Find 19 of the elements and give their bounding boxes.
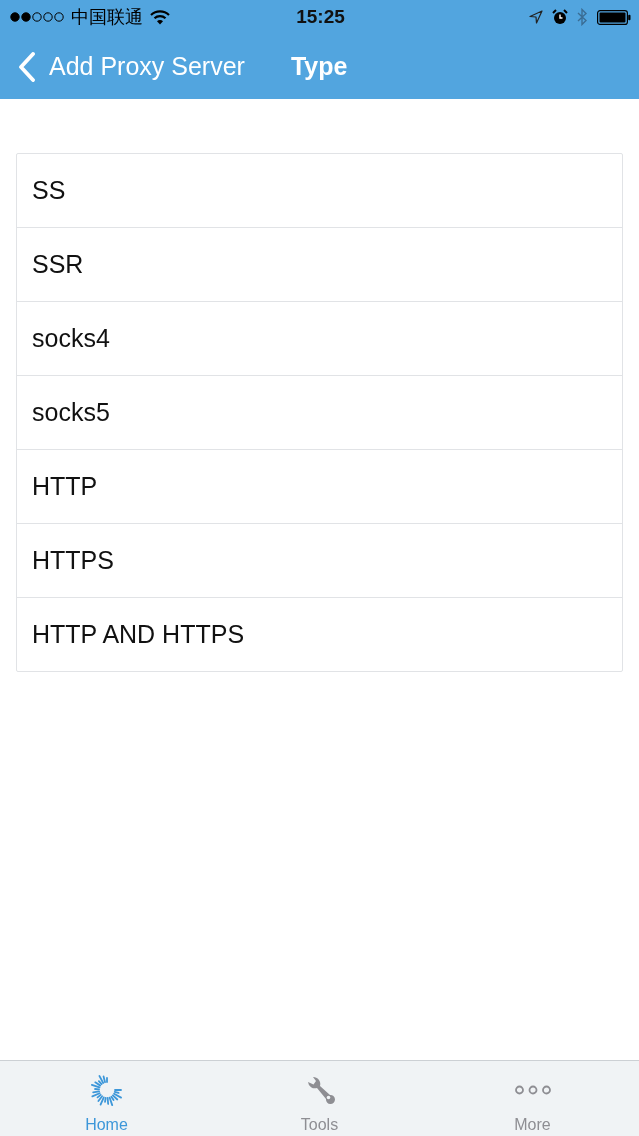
back-chevron-icon bbox=[18, 51, 35, 82]
bluetooth-icon bbox=[577, 8, 588, 26]
location-arrow-icon bbox=[529, 10, 543, 24]
sunburst-icon bbox=[90, 1074, 123, 1106]
wifi-icon bbox=[150, 9, 170, 25]
more-dots-icon bbox=[514, 1085, 551, 1095]
status-time: 15:25 bbox=[296, 6, 345, 28]
battery-icon bbox=[597, 9, 631, 25]
type-option[interactable]: HTTPS bbox=[17, 523, 622, 597]
type-option[interactable]: socks4 bbox=[17, 301, 622, 375]
alarm-clock-icon bbox=[552, 9, 568, 25]
page-title: Type bbox=[290, 52, 348, 81]
carrier-name: 中国联通 bbox=[71, 5, 143, 29]
type-option[interactable]: socks5 bbox=[17, 375, 622, 449]
type-option[interactable]: HTTP AND HTTPS bbox=[17, 597, 622, 671]
signal-strength-icon bbox=[10, 12, 64, 22]
type-option[interactable]: HTTP bbox=[17, 449, 622, 523]
type-option[interactable]: SS bbox=[17, 154, 622, 227]
type-option[interactable]: SSR bbox=[17, 227, 622, 301]
